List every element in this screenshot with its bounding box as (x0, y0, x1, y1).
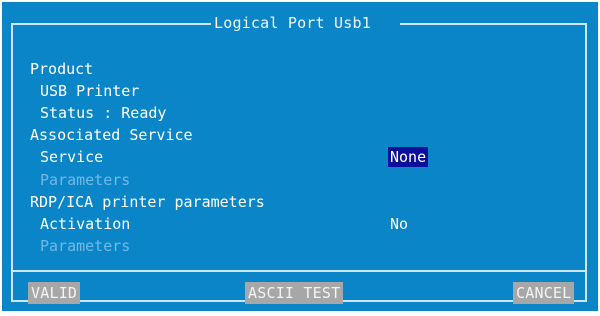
cancel-button[interactable]: CANCEL (513, 282, 575, 304)
product-name: USB Printer (40, 82, 140, 100)
rdp-ica-heading: RDP/ICA printer parameters (30, 193, 265, 211)
activation-value[interactable]: No (390, 214, 408, 234)
service-parameters-label: Parameters (40, 171, 131, 189)
associated-service-heading: Associated Service (30, 126, 193, 144)
service-label[interactable]: Service (40, 147, 103, 167)
logical-port-dialog: Logical Port Usb1 Product USB Printer St… (2, 2, 598, 311)
product-status: Status : Ready (40, 104, 167, 122)
activation-label[interactable]: Activation (40, 214, 130, 234)
rdp-parameters-label: Parameters (40, 237, 131, 255)
product-heading: Product (30, 60, 94, 78)
service-value[interactable]: None (388, 147, 429, 167)
ascii-test-button[interactable]: ASCII TEST (245, 282, 344, 304)
screen: Logical Port Usb1 Product USB Printer St… (0, 0, 600, 316)
button-separator (11, 270, 587, 272)
valid-button[interactable]: VALID (28, 282, 81, 304)
dialog-title: Logical Port Usb1 (212, 14, 373, 33)
